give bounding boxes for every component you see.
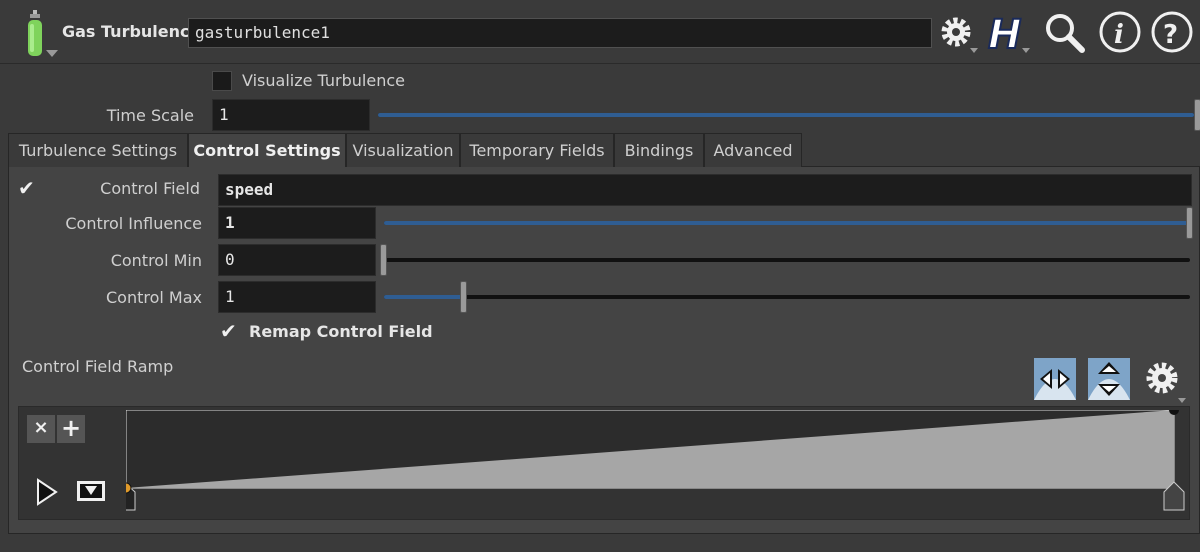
control-min-slider-handle[interactable] — [380, 244, 387, 276]
svg-text:?: ? — [1163, 20, 1178, 50]
flip-horizontal-icon[interactable] — [1034, 358, 1076, 400]
node-type-label: Gas Turbulence — [62, 22, 201, 41]
control-field-label: Control Field — [100, 179, 200, 198]
remove-key-button[interactable]: × — [26, 414, 56, 444]
ramp-graph[interactable] — [126, 410, 1188, 514]
control-influence-label: Control Influence — [65, 214, 202, 233]
tab-temporary-fields[interactable]: Temporary Fields — [460, 133, 614, 167]
magnifier-icon[interactable] — [1042, 10, 1086, 54]
tab-turbulence-settings[interactable]: Turbulence Settings — [8, 133, 188, 167]
node-name-field[interactable]: gasturbulence1 — [188, 18, 932, 48]
visualize-turbulence-checkbox[interactable] — [212, 71, 232, 91]
tab-bindings[interactable]: Bindings — [614, 133, 704, 167]
time-scale-label: Time Scale — [106, 106, 194, 125]
info-icon[interactable]: i — [1098, 10, 1142, 54]
node-header: Gas Turbulence gasturbulence1 H i ? — [0, 0, 1200, 64]
control-field-ramp-label: Control Field Ramp — [22, 357, 174, 376]
gas-cylinder-icon[interactable] — [22, 10, 48, 58]
help-icon[interactable]: ? — [1150, 10, 1194, 54]
gear-icon[interactable] — [934, 10, 978, 54]
control-influence-slider[interactable] — [384, 221, 1188, 225]
chevron-down-icon[interactable] — [46, 50, 58, 57]
tab-advanced[interactable]: Advanced — [704, 133, 802, 167]
control-influence-slider-handle[interactable] — [1186, 207, 1193, 239]
ramp-gear-icon[interactable] — [1140, 356, 1188, 404]
control-influence-field[interactable]: 1 — [218, 207, 376, 239]
play-icon[interactable] — [34, 478, 60, 506]
control-field-input[interactable]: speed — [218, 174, 1192, 206]
time-scale-slider[interactable] — [378, 113, 1194, 117]
control-max-slider[interactable] — [384, 295, 1190, 299]
tab-visualization[interactable]: Visualization — [346, 133, 460, 167]
control-field-toggle-checkmark[interactable]: ✔ — [18, 176, 35, 200]
time-scale-field[interactable]: 1 — [212, 99, 370, 131]
tab-control-settings[interactable]: Control Settings — [188, 133, 346, 167]
svg-text:i: i — [1114, 20, 1124, 50]
flip-vertical-icon[interactable] — [1088, 358, 1130, 400]
houdini-h-icon[interactable]: H — [986, 10, 1030, 54]
svg-text:H: H — [988, 12, 1021, 54]
control-min-field[interactable]: 0 — [218, 244, 376, 276]
remap-control-field-label: Remap Control Field — [249, 322, 433, 341]
drop-down-key-icon[interactable] — [76, 480, 106, 502]
control-min-label: Control Min — [110, 251, 202, 270]
add-key-button[interactable]: + — [56, 414, 86, 444]
control-max-field[interactable]: 1 — [218, 281, 376, 313]
visualize-turbulence-label: Visualize Turbulence — [242, 71, 405, 90]
control-min-slider[interactable] — [384, 258, 1190, 262]
control-max-label: Control Max — [106, 288, 202, 307]
remap-control-field-checkmark[interactable]: ✔ — [220, 319, 237, 343]
control-max-slider-handle[interactable] — [460, 281, 467, 313]
time-scale-slider-handle[interactable] — [1194, 99, 1200, 131]
